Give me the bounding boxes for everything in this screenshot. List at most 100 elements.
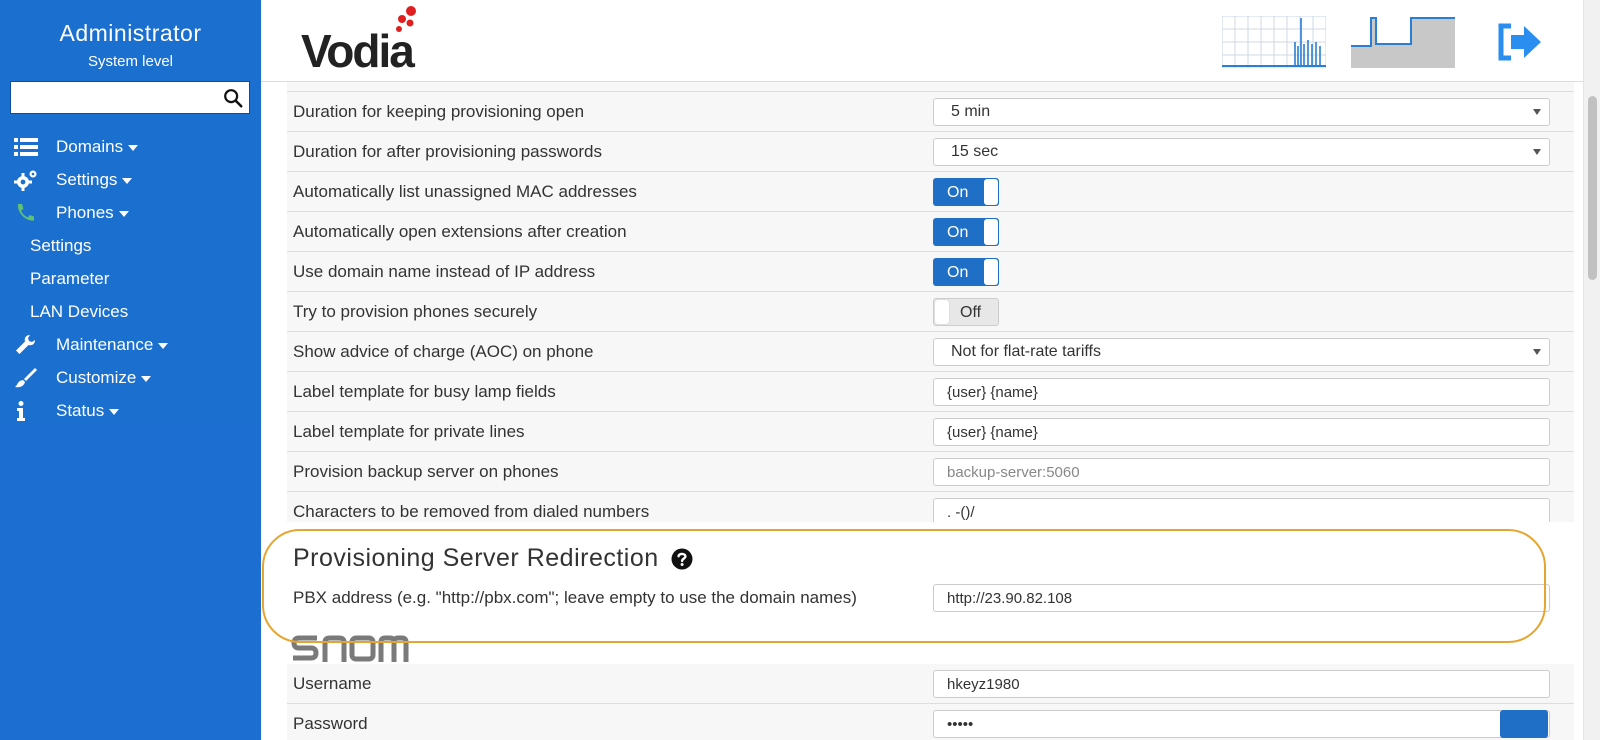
logo-dots-icon bbox=[396, 6, 416, 32]
toggle-label: Off bbox=[960, 304, 982, 321]
toggle-knob bbox=[984, 259, 998, 285]
provisioning-settings-list: Duration for keeping provisioning open 5… bbox=[287, 82, 1574, 532]
toggle-wrap: Off bbox=[933, 298, 1550, 326]
settings-row: Show advice of charge (AOC) on phone Not… bbox=[287, 332, 1574, 372]
backup-server-input[interactable]: backup-server:5060 bbox=[933, 458, 1550, 486]
sidebar-search-box bbox=[10, 81, 250, 114]
caret-down-icon bbox=[109, 408, 120, 415]
setting-label: Characters to be removed from dialed num… bbox=[293, 502, 650, 521]
select-value: 15 sec bbox=[951, 143, 999, 160]
sidebar: Administrator System level Domains Setti… bbox=[0, 0, 261, 740]
select-value: Not for flat-rate tariffs bbox=[951, 343, 1101, 360]
search-icon[interactable] bbox=[222, 87, 244, 109]
setting-label: Password bbox=[293, 714, 368, 733]
sidebar-subitem-parameter[interactable]: Parameter bbox=[0, 262, 261, 295]
toggle-label: On bbox=[947, 184, 969, 201]
setting-label: Automatically list unassigned MAC addres… bbox=[293, 182, 637, 201]
pbx-address-label: PBX address (e.g. "http://pbx.com"; leav… bbox=[293, 588, 857, 607]
sidebar-item-label: Status bbox=[56, 401, 105, 420]
snom-password-input[interactable]: ••••• bbox=[933, 710, 1550, 738]
open-extensions-toggle[interactable]: On bbox=[933, 218, 999, 246]
blf-label-template-input[interactable]: {user} {name} bbox=[933, 378, 1550, 406]
toggle-knob bbox=[984, 179, 998, 205]
setting-label: Label template for private lines bbox=[293, 422, 525, 441]
settings-row: Duration for after provisioning password… bbox=[287, 132, 1574, 172]
settings-row: Use domain name instead of IP address On bbox=[287, 252, 1574, 292]
settings-row: Label template for private lines {user} … bbox=[287, 412, 1574, 452]
sidebar-item-label: Maintenance bbox=[56, 335, 154, 354]
show-password-button[interactable] bbox=[1500, 710, 1548, 738]
top-header: Vodia bbox=[261, 0, 1583, 82]
sidebar-item-maintenance[interactable]: Maintenance bbox=[0, 328, 261, 361]
provisioning-redirection-section: Provisioning Server Redirection PBX addr… bbox=[287, 522, 1574, 632]
list-unassigned-mac-toggle[interactable]: On bbox=[933, 178, 999, 206]
brush-icon bbox=[15, 368, 37, 388]
setting-label: Username bbox=[293, 674, 372, 693]
sidebar-item-customize[interactable]: Customize bbox=[0, 361, 261, 394]
sidebar-item-label: Settings bbox=[56, 170, 118, 189]
wrench-icon bbox=[16, 335, 35, 354]
aoc-select[interactable]: Not for flat-rate tariffs bbox=[933, 338, 1550, 366]
call-activity-graph-icon[interactable] bbox=[1222, 16, 1326, 68]
setting-label: Duration for keeping provisioning open bbox=[293, 102, 585, 121]
provision-securely-toggle[interactable]: Off bbox=[933, 298, 999, 326]
caret-down-icon bbox=[128, 144, 139, 151]
toggle-wrap: On bbox=[933, 258, 1550, 286]
settings-row: Automatically list unassigned MAC addres… bbox=[287, 172, 1574, 212]
vertical-scrollbar[interactable] bbox=[1583, 0, 1600, 740]
snom-username-input[interactable]: hkeyz1980 bbox=[933, 670, 1550, 698]
settings-row: Provision backup server on phones backup… bbox=[287, 452, 1574, 492]
setting-label: Show advice of charge (AOC) on phone bbox=[293, 342, 594, 361]
settings-row: Try to provision phones securely Off bbox=[287, 292, 1574, 332]
provisioning-open-duration-select[interactable]: 5 min bbox=[933, 98, 1550, 126]
sidebar-item-domains[interactable]: Domains bbox=[0, 130, 261, 163]
list-icon bbox=[14, 138, 38, 156]
sidebar-subitem-settings[interactable]: Settings bbox=[0, 229, 261, 262]
main-content: Duration for keeping provisioning open 5… bbox=[261, 82, 1583, 740]
settings-row: Automatically open extensions after crea… bbox=[287, 212, 1574, 252]
phone-icon bbox=[17, 204, 34, 221]
settings-row: Duration for keeping provisioning open 5… bbox=[287, 92, 1574, 132]
toggle-label: On bbox=[947, 264, 969, 281]
setting-label: Duration for after provisioning password… bbox=[293, 142, 602, 161]
toggle-label: On bbox=[947, 224, 969, 241]
sidebar-item-label: Customize bbox=[56, 368, 137, 387]
settings-row: Username hkeyz1980 bbox=[287, 664, 1574, 704]
setting-label: Use domain name instead of IP address bbox=[293, 262, 596, 281]
dropdown-arrow-icon bbox=[1533, 109, 1541, 115]
scrollbar-thumb[interactable] bbox=[1588, 96, 1597, 280]
dropdown-arrow-icon bbox=[1533, 149, 1541, 155]
settings-row bbox=[287, 82, 1574, 92]
sidebar-item-phones[interactable]: Phones bbox=[0, 196, 261, 229]
caret-down-icon bbox=[118, 210, 129, 217]
sidebar-footer-area bbox=[0, 426, 261, 740]
pbx-address-input[interactable]: http://23.90.82.108 bbox=[933, 584, 1550, 612]
search-input[interactable] bbox=[11, 82, 211, 113]
help-icon[interactable] bbox=[671, 548, 693, 570]
sidebar-item-settings[interactable]: Settings bbox=[0, 163, 261, 196]
sidebar-nav: Domains Settings Phones Settings Paramet… bbox=[0, 130, 261, 427]
provisioning-password-duration-select[interactable]: 15 sec bbox=[933, 138, 1550, 166]
settings-row: Label template for busy lamp fields {use… bbox=[287, 372, 1574, 412]
sidebar-header: Administrator System level bbox=[0, 0, 261, 70]
setting-label: Automatically open extensions after crea… bbox=[293, 222, 627, 241]
sidebar-item-status[interactable]: Status bbox=[0, 394, 261, 427]
sidebar-title: Administrator bbox=[59, 20, 202, 46]
sidebar-subitem-lan-devices[interactable]: LAN Devices bbox=[0, 295, 261, 328]
setting-label: Label template for busy lamp fields bbox=[293, 382, 556, 401]
toggle-wrap: On bbox=[933, 178, 1550, 206]
caret-down-icon bbox=[141, 375, 152, 382]
select-value: 5 min bbox=[951, 103, 991, 120]
logout-icon[interactable] bbox=[1497, 22, 1547, 62]
setting-label: Provision backup server on phones bbox=[293, 462, 559, 481]
private-line-label-template-input[interactable]: {user} {name} bbox=[933, 418, 1550, 446]
caret-down-icon bbox=[122, 177, 133, 184]
settings-row: Password ••••• bbox=[287, 704, 1574, 740]
setting-label: Try to provision phones securely bbox=[293, 302, 538, 321]
sidebar-item-label: Domains bbox=[56, 137, 124, 156]
use-domain-name-toggle[interactable]: On bbox=[933, 258, 999, 286]
toggle-wrap: On bbox=[933, 218, 1550, 246]
toggle-knob bbox=[935, 300, 949, 324]
system-load-graph-icon[interactable] bbox=[1351, 16, 1455, 68]
sidebar-subtitle: System level bbox=[87, 53, 174, 70]
